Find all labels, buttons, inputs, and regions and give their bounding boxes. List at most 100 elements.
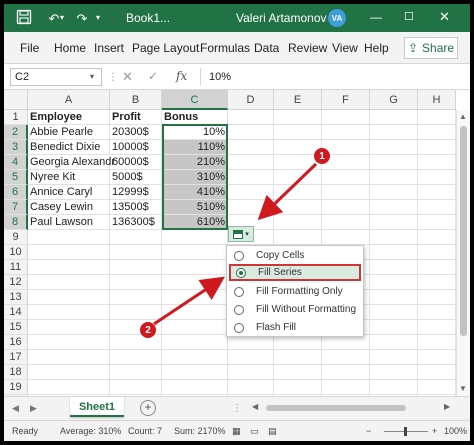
column-header-a[interactable]: A [28, 90, 110, 110]
cell-c5[interactable]: 310% [162, 170, 228, 185]
cell-e9[interactable] [274, 230, 322, 245]
radio-icon[interactable] [234, 322, 244, 333]
row-header-3[interactable]: 3 [4, 140, 28, 155]
cell-h13[interactable] [418, 290, 456, 305]
cell-a10[interactable] [28, 245, 110, 260]
undo-dropdown-icon[interactable]: ▾ [60, 13, 64, 22]
scroll-left-icon[interactable]: ◀ [252, 402, 258, 411]
row-header-6[interactable]: 6 [4, 185, 28, 200]
cell-d7[interactable] [228, 200, 274, 215]
hscroll-thumb[interactable] [266, 405, 406, 411]
cell-a12[interactable] [28, 275, 110, 290]
cell-h4[interactable] [418, 155, 456, 170]
cell-c19[interactable] [162, 380, 228, 395]
zoom-knob[interactable] [404, 427, 407, 436]
row-header-18[interactable]: 18 [4, 365, 28, 380]
scroll-down-icon[interactable]: ▼ [459, 384, 467, 393]
cell-c13[interactable] [162, 290, 228, 305]
column-header-b[interactable]: B [110, 90, 162, 110]
cell-f2[interactable] [322, 125, 370, 140]
avatar[interactable]: VA [328, 9, 346, 27]
column-header-h[interactable]: H [418, 90, 456, 110]
cell-h6[interactable] [418, 185, 456, 200]
cell-c14[interactable] [162, 305, 228, 320]
cell-f17[interactable] [322, 350, 370, 365]
formula-bar-grip-icon[interactable]: ⋮ [108, 72, 118, 83]
menu-item-fill-formatting-only[interactable]: Fill Formatting Only [229, 283, 361, 300]
row-header-17[interactable]: 17 [4, 350, 28, 365]
cell-g3[interactable] [370, 140, 418, 155]
zoom-in-icon[interactable]: + [432, 426, 437, 436]
row-header-7[interactable]: 7 [4, 200, 28, 215]
zoom-level[interactable]: 100% [444, 426, 467, 436]
radio-icon[interactable] [234, 286, 244, 297]
column-header-f[interactable]: F [322, 90, 370, 110]
cell-a4[interactable]: Georgia Alexandr [28, 155, 115, 170]
cell-g17[interactable] [370, 350, 418, 365]
cell-e2[interactable] [274, 125, 322, 140]
cell-g13[interactable] [370, 290, 418, 305]
cell-e8[interactable] [274, 215, 322, 230]
cell-a16[interactable] [28, 335, 110, 350]
cell-a8[interactable]: Paul Lawson [28, 215, 110, 230]
cell-d17[interactable] [228, 350, 274, 365]
enter-icon[interactable]: ✓ [148, 69, 158, 83]
cancel-icon[interactable]: ✕ [122, 69, 133, 85]
radio-selected-icon[interactable] [236, 267, 246, 278]
cell-d19[interactable] [228, 380, 274, 395]
menu-item-copy-cells[interactable]: Copy Cells [229, 247, 361, 264]
tab-home[interactable]: Home [54, 41, 86, 55]
cell-d6[interactable] [228, 185, 274, 200]
cell-g16[interactable] [370, 335, 418, 350]
cell-d18[interactable] [228, 365, 274, 380]
column-header-e[interactable]: E [274, 90, 322, 110]
cell-b3[interactable]: 10000$ [110, 140, 162, 155]
cell-a17[interactable] [28, 350, 110, 365]
cell-h17[interactable] [418, 350, 456, 365]
cell-c16[interactable] [162, 335, 228, 350]
cell-a1[interactable]: Employee [28, 110, 110, 125]
row-header-2[interactable]: 2 [4, 125, 28, 140]
row-header-4[interactable]: 4 [4, 155, 28, 170]
row-header-8[interactable]: 8 [4, 215, 28, 230]
cell-f8[interactable] [322, 215, 370, 230]
row-header-10[interactable]: 10 [4, 245, 28, 260]
cell-b11[interactable] [110, 260, 162, 275]
cell-h14[interactable] [418, 305, 456, 320]
cell-d16[interactable] [228, 335, 274, 350]
cell-b9[interactable] [110, 230, 162, 245]
cell-a2[interactable]: Abbie Pearle [28, 125, 110, 140]
cell-h1[interactable] [418, 110, 456, 125]
cell-e16[interactable] [274, 335, 322, 350]
menu-item-fill-without-formatting[interactable]: Fill Without Formatting [229, 301, 361, 318]
minimize-icon[interactable]: — [370, 10, 382, 24]
cell-d1[interactable] [228, 110, 274, 125]
scroll-up-icon[interactable]: ▲ [459, 112, 467, 121]
menu-item-flash-fill[interactable]: Flash Fill [229, 319, 361, 336]
tab-insert[interactable]: Insert [94, 41, 124, 55]
cell-g15[interactable] [370, 320, 418, 335]
cell-g8[interactable] [370, 215, 418, 230]
row-header-15[interactable]: 15 [4, 320, 28, 335]
tab-page-layout[interactable]: Page Layout [132, 41, 199, 55]
horizontal-scrollbar[interactable]: ◀ ▶ [252, 402, 456, 413]
vertical-scrollbar[interactable]: ▲ ▼ [456, 110, 470, 396]
cell-d2[interactable] [228, 125, 274, 140]
cell-c8[interactable]: 610% [162, 215, 228, 230]
cell-a19[interactable] [28, 380, 110, 395]
name-box-dropdown-icon[interactable]: ▾ [90, 72, 94, 81]
cell-c15[interactable] [162, 320, 228, 335]
row-header-12[interactable]: 12 [4, 275, 28, 290]
radio-icon[interactable] [234, 304, 244, 315]
cell-e6[interactable] [274, 185, 322, 200]
page-layout-view-icon[interactable]: ▭ [250, 426, 259, 437]
radio-icon[interactable] [234, 250, 244, 261]
row-header-19[interactable]: 19 [4, 380, 28, 395]
quick-access-dropdown-icon[interactable]: ▾ [96, 13, 100, 22]
cell-a15[interactable] [28, 320, 110, 335]
column-header-d[interactable]: D [228, 90, 274, 110]
cell-a14[interactable] [28, 305, 110, 320]
cell-b14[interactable] [110, 305, 162, 320]
cell-g12[interactable] [370, 275, 418, 290]
cell-f7[interactable] [322, 200, 370, 215]
